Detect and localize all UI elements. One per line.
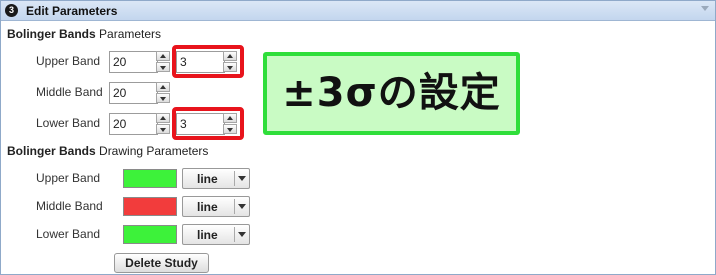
upper-band-draw-label: Upper Band <box>36 171 101 185</box>
middle-band-param-label: Middle Band <box>36 85 103 99</box>
annotation-text: ±3σの設定 <box>282 70 501 116</box>
lower-band-period-input[interactable]: 20 <box>109 113 158 135</box>
upper-band-style-select[interactable]: line <box>182 168 250 189</box>
step-number-icon: 3 <box>5 4 18 17</box>
spinner-down-button[interactable] <box>156 93 170 103</box>
middle-band-color-swatch[interactable] <box>123 197 177 216</box>
middle-band-period-spinner[interactable]: 20 <box>109 82 171 104</box>
upper-band-period-spinner[interactable]: 20 <box>109 51 171 73</box>
arrow-down-icon <box>160 66 166 70</box>
lower-band-draw-label: Lower Band <box>36 227 101 241</box>
lower-band-style-value: line <box>197 228 218 242</box>
edit-parameters-dialog: 3 Edit Parameters Bolinger Bands Paramet… <box>0 0 716 275</box>
drawing-section-title: Bolinger Bands Drawing Parameters <box>7 144 208 158</box>
chevron-down-icon <box>238 204 246 209</box>
chevron-down-icon <box>238 176 246 181</box>
upper-band-period-input[interactable]: 20 <box>109 51 158 73</box>
delete-study-button[interactable]: Delete Study <box>114 253 209 273</box>
lower-band-param-label: Lower Band <box>36 116 101 130</box>
middle-band-period-input[interactable]: 20 <box>109 82 158 104</box>
select-divider <box>234 199 235 214</box>
middle-band-style-value: line <box>197 200 218 214</box>
lower-band-period-spinner[interactable]: 20 <box>109 113 171 135</box>
arrow-down-icon <box>160 128 166 132</box>
middle-band-style-select[interactable]: line <box>182 196 250 217</box>
lower-band-style-select[interactable]: line <box>182 224 250 245</box>
upper-band-color-swatch[interactable] <box>123 169 177 188</box>
arrow-up-icon <box>160 54 166 58</box>
lower-band-color-swatch[interactable] <box>123 225 177 244</box>
dialog-title: Edit Parameters <box>26 4 118 18</box>
drawing-section-title-rest: Drawing Parameters <box>95 144 209 158</box>
spinner-down-button[interactable] <box>156 62 170 72</box>
arrow-down-icon <box>160 97 166 101</box>
collapse-icon[interactable] <box>701 6 709 11</box>
lower-deviation-highlight-box <box>172 107 244 140</box>
spinner-up-button[interactable] <box>156 113 170 123</box>
parameters-section-title-bold: Bolinger Bands <box>7 27 96 41</box>
annotation-callout: ±3σの設定 <box>263 52 520 135</box>
chevron-down-icon <box>238 232 246 237</box>
dialog-titlebar: 3 Edit Parameters <box>1 1 715 21</box>
select-divider <box>234 227 235 242</box>
spinner-up-button[interactable] <box>156 82 170 92</box>
upper-band-style-value: line <box>197 172 218 186</box>
arrow-up-icon <box>160 85 166 89</box>
spinner-down-button[interactable] <box>156 124 170 134</box>
arrow-up-icon <box>160 116 166 120</box>
drawing-section-title-bold: Bolinger Bands <box>7 144 96 158</box>
upper-band-param-label: Upper Band <box>36 54 101 68</box>
upper-deviation-highlight-box <box>172 45 244 78</box>
parameters-section-title: Bolinger Bands Parameters <box>7 27 161 41</box>
spinner-up-button[interactable] <box>156 51 170 61</box>
select-divider <box>234 171 235 186</box>
middle-band-draw-label: Middle Band <box>36 199 103 213</box>
parameters-section-title-rest: Parameters <box>95 27 162 41</box>
